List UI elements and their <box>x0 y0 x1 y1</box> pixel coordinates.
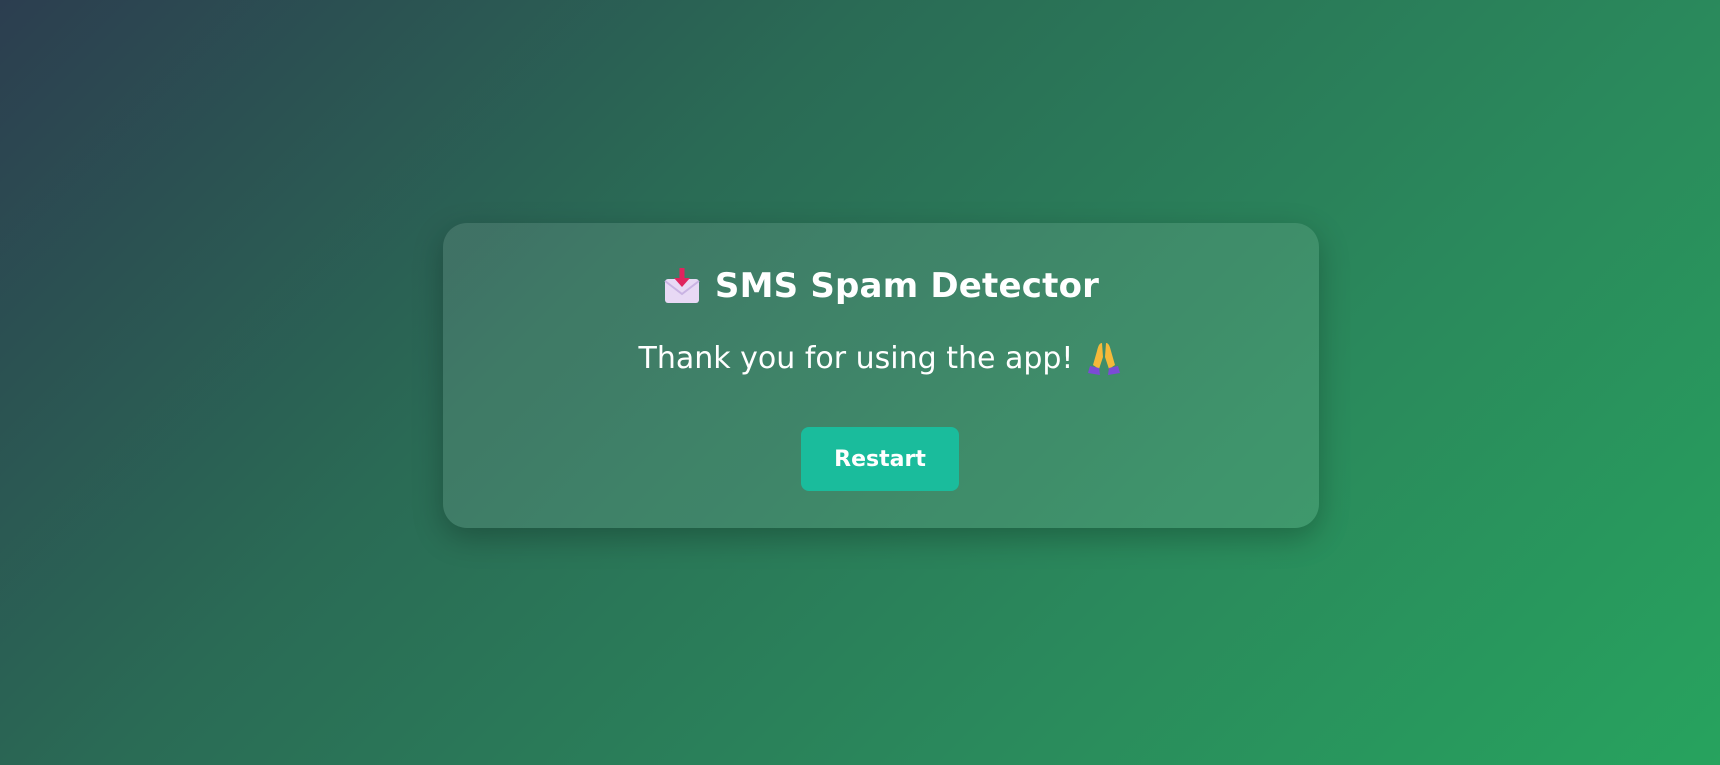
page-title: SMS Spam Detector <box>714 266 1100 306</box>
inbox-tray-icon <box>663 267 701 305</box>
restart-button[interactable]: Restart <box>801 427 959 491</box>
thank-you-card: SMS Spam Detector Thank you for using th… <box>443 223 1319 528</box>
thank-you-message: Thank you for using the app! <box>443 333 1319 383</box>
app-header: SMS Spam Detector <box>443 261 1319 311</box>
thank-you-text: Thank you for using the app! <box>638 340 1074 376</box>
folded-hands-icon <box>1085 339 1123 377</box>
